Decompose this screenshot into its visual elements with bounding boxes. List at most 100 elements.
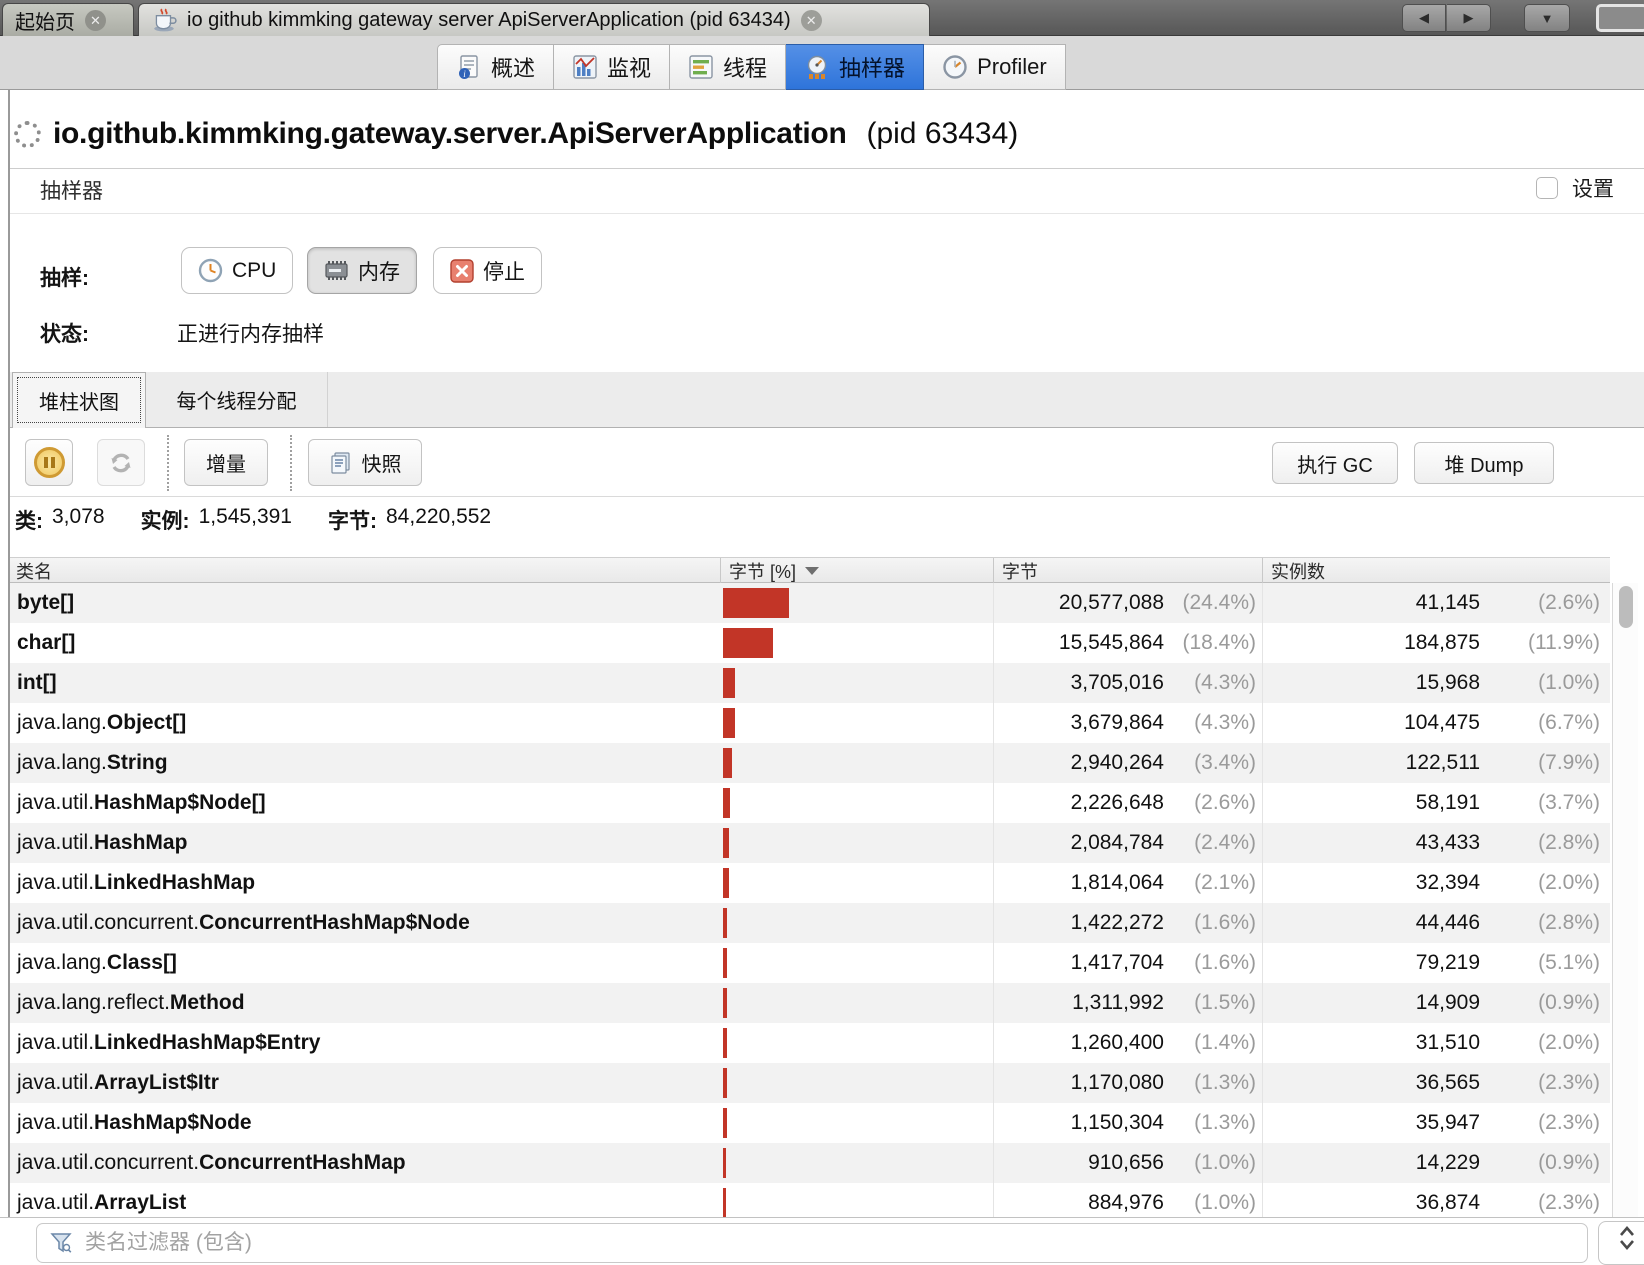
perform-gc-button[interactable]: 执行 GC: [1272, 442, 1398, 484]
table-row[interactable]: java.lang.Object[]3,679,864(4.3%)104,475…: [10, 703, 1610, 743]
table-row[interactable]: java.lang.Class[]1,417,704(1.6%)79,219(5…: [10, 943, 1610, 983]
table-row[interactable]: java.util.LinkedHashMap1,814,064(2.1%)32…: [10, 863, 1610, 903]
scroll-tabs-right-button[interactable]: ▶: [1447, 4, 1491, 32]
heap-histogram-tab-label: 堆柱状图: [39, 386, 119, 415]
table-row[interactable]: java.util.HashMap$Node1,150,304(1.3%)35,…: [10, 1103, 1610, 1143]
class-name-cell: int[]: [10, 663, 720, 703]
bytes-bar-cell: [720, 983, 993, 1023]
sampler-icon: [804, 54, 830, 80]
instances-cell: 35,947(2.3%): [1262, 1103, 1610, 1143]
class-name-cell: java.lang.String: [10, 743, 720, 783]
toolbar-separator: [167, 435, 169, 491]
bytes-cell: 1,422,272(1.6%): [993, 903, 1262, 943]
tab-profiler[interactable]: Profiler: [924, 44, 1066, 90]
settings-checkbox[interactable]: [1536, 177, 1558, 199]
instances-cell: 14,229(0.9%): [1262, 1143, 1610, 1183]
scrollbar-thumb[interactable]: [1619, 586, 1633, 628]
instances-cell: 58,191(3.7%): [1262, 783, 1610, 823]
status-value: 正进行内存抽样: [177, 318, 324, 348]
table-row[interactable]: java.util.ArrayList$Itr1,170,080(1.3%)36…: [10, 1063, 1610, 1103]
column-header-instances[interactable]: 实例数: [1262, 558, 1610, 584]
tab-overview[interactable]: i 概述: [437, 44, 554, 90]
table-row[interactable]: byte[]20,577,088(24.4%)41,145(2.6%): [10, 583, 1610, 623]
refresh-button[interactable]: [97, 439, 145, 486]
class-filter-field[interactable]: [36, 1223, 1588, 1263]
bytes-bar-cell: [720, 823, 993, 863]
application-title: io.github.kimmking.gateway.server.ApiSer…: [53, 117, 846, 151]
table-row[interactable]: int[]3,705,016(4.3%)15,968(1.0%): [10, 663, 1610, 703]
vertical-scrollbar[interactable]: [1612, 583, 1638, 1217]
tab-list-dropdown-button[interactable]: ▼: [1524, 4, 1570, 32]
sample-label: 抽样:: [40, 262, 89, 292]
tab-threads[interactable]: 线程: [670, 44, 786, 90]
class-filter-input[interactable]: [85, 1231, 1575, 1255]
bytes-cell: 2,084,784(2.4%): [993, 823, 1262, 863]
status-label: 状态:: [40, 318, 89, 348]
class-name-cell: java.util.HashMap$Node[]: [10, 783, 720, 823]
bytes-bar-cell: [720, 943, 993, 983]
maximize-button[interactable]: [1596, 4, 1644, 32]
column-header-bytes-pct[interactable]: 字节 [%]: [720, 558, 993, 584]
instances-cell: 15,968(1.0%): [1262, 663, 1610, 703]
close-icon[interactable]: ✕: [801, 10, 822, 31]
result-tab-strip: 堆柱状图 每个线程分配: [10, 372, 1644, 428]
class-name-cell: java.util.HashMap: [10, 823, 720, 863]
table-header: 类名 字节 [%] 字节 实例数: [10, 557, 1610, 583]
class-name-cell: java.lang.Class[]: [10, 943, 720, 983]
table-row[interactable]: java.util.concurrent.ConcurrentHashMap91…: [10, 1143, 1610, 1183]
tab-per-thread-alloc[interactable]: 每个线程分配: [146, 372, 328, 427]
table-body: byte[]20,577,088(24.4%)41,145(2.6%)char[…: [10, 583, 1610, 1223]
cpu-button-label: CPU: [232, 259, 276, 283]
toolbar-separator: [290, 435, 292, 491]
pause-button[interactable]: [25, 439, 73, 486]
delta-toggle-button[interactable]: 增量: [184, 439, 268, 486]
table-row[interactable]: char[]15,545,864(18.4%)184,875(11.9%): [10, 623, 1610, 663]
table-row[interactable]: java.util.HashMap2,084,784(2.4%)43,433(2…: [10, 823, 1610, 863]
bytes-bar-cell: [720, 1103, 993, 1143]
memory-sample-button[interactable]: 内存: [307, 247, 417, 294]
tab-sampler[interactable]: 抽样器: [786, 44, 924, 90]
column-header-class-name[interactable]: 类名: [10, 558, 720, 584]
window-tab-start-page[interactable]: 起始页 ✕: [2, 3, 134, 36]
snapshot-button-label: 快照: [362, 448, 402, 477]
cpu-sample-button[interactable]: CPU: [181, 247, 293, 294]
snapshot-button[interactable]: 快照: [308, 439, 422, 486]
instances-cell: 36,565(2.3%): [1262, 1063, 1610, 1103]
heap-dump-button[interactable]: 堆 Dump: [1414, 442, 1554, 484]
instances-cell: 44,446(2.8%): [1262, 903, 1610, 943]
bytes-bar-cell: [720, 663, 993, 703]
window-tab-application[interactable]: io github kimmking gateway server ApiSer…: [138, 3, 930, 36]
class-name-cell: byte[]: [10, 583, 720, 623]
bytes-bar: [723, 1108, 727, 1138]
bytes-bar-cell: [720, 743, 993, 783]
window-tab-bar: 起始页 ✕ io github kimmking gateway server …: [0, 0, 1644, 36]
bytes-cell: 20,577,088(24.4%): [993, 583, 1262, 623]
bytes-bar: [723, 948, 727, 978]
table-row[interactable]: java.lang.reflect.Method1,311,992(1.5%)1…: [10, 983, 1610, 1023]
section-divider: [10, 168, 1644, 169]
bytes-bar-cell: [720, 903, 993, 943]
instances-cell: 184,875(11.9%): [1262, 623, 1610, 663]
filter-options-spinner[interactable]: [1598, 1221, 1644, 1265]
instances-label: 实例:: [141, 505, 190, 535]
progress-spinner-icon: [14, 121, 41, 148]
table-row[interactable]: java.util.concurrent.ConcurrentHashMap$N…: [10, 903, 1610, 943]
instances-value: 1,545,391: [199, 505, 292, 535]
stop-button[interactable]: 停止: [433, 247, 542, 294]
bytes-cell: 1,150,304(1.3%): [993, 1103, 1262, 1143]
chevron-up-icon: [1617, 1225, 1637, 1238]
sampler-section-title: 抽样器: [40, 175, 103, 205]
table-row[interactable]: java.util.LinkedHashMap$Entry1,260,400(1…: [10, 1023, 1610, 1063]
table-row[interactable]: java.util.HashMap$Node[]2,226,648(2.6%)5…: [10, 783, 1610, 823]
close-icon[interactable]: ✕: [85, 10, 106, 31]
instances-cell: 32,394(2.0%): [1262, 863, 1610, 903]
memory-chip-icon: [324, 258, 349, 283]
bytes-cell: 1,260,400(1.4%): [993, 1023, 1262, 1063]
scroll-tabs-left-button[interactable]: ◀: [1402, 4, 1446, 32]
column-header-bytes[interactable]: 字节: [993, 558, 1262, 584]
tab-monitor[interactable]: 监视: [554, 44, 670, 90]
bytes-bar-cell: [720, 623, 993, 663]
tab-heap-histogram[interactable]: 堆柱状图: [12, 372, 146, 428]
table-row[interactable]: java.lang.String2,940,264(3.4%)122,511(7…: [10, 743, 1610, 783]
bytes-bar-cell: [720, 703, 993, 743]
